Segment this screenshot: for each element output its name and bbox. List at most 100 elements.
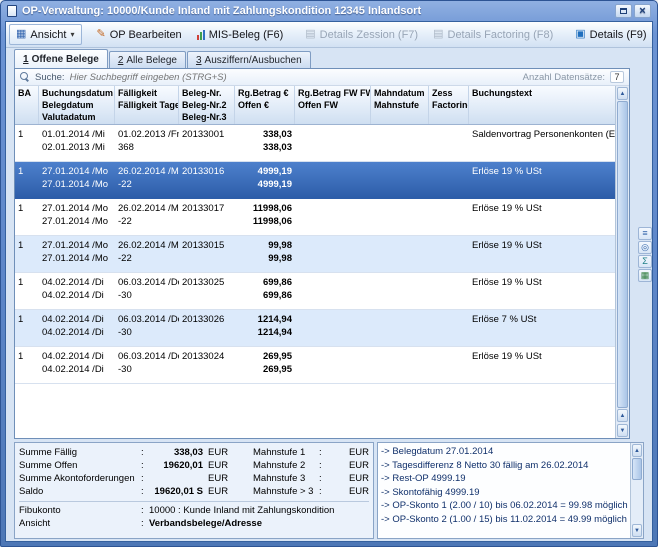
op-bearbeiten-button[interactable]: ✎ OP Bearbeiten <box>90 24 189 45</box>
summary-label: Summe Fällig <box>19 446 141 459</box>
info-line: -> Belegdatum 27.01.2014 <box>381 445 627 459</box>
scroll-down-icon[interactable]: ▼ <box>632 524 642 537</box>
column-header-buchungstext[interactable]: Buchungstext <box>469 86 615 124</box>
restore-button[interactable] <box>615 4 632 18</box>
cell-rg_betrag_eur: 269,95269,95 <box>235 347 295 383</box>
summary-label: Mahnstufe 2 <box>253 459 319 472</box>
table-row[interactable]: 1 27.01.2014 /Mo27.01.2014 /Mo26.02.2014… <box>15 162 615 199</box>
sum-icon[interactable]: Σ <box>638 255 652 268</box>
cell-buchungsdatum: 27.01.2014 /Mo27.01.2014 /Mo <box>39 162 115 198</box>
column-header-rg_betrag_fw[interactable]: Rg.Betrag FW FWEOffen FW <box>295 86 371 124</box>
pin-icon[interactable]: ≡ <box>638 227 652 240</box>
summary-label: Summe Offen <box>19 459 141 472</box>
mis-beleg-button[interactable]: MIS-Beleg (F6) <box>190 24 291 45</box>
column-header-zess[interactable]: ZessFactoring <box>429 86 469 124</box>
cell-rg_betrag_fw <box>295 162 371 198</box>
summary-unit: EUR <box>343 472 369 485</box>
cell-buchungstext: Erlöse 19 % USt <box>469 199 615 235</box>
column-header-ba[interactable]: BA <box>15 86 39 124</box>
tab-alle-belege[interactable]: 2 Alle Belege <box>109 51 186 68</box>
cell-buchungstext: Erlöse 19 % USt <box>469 273 615 309</box>
info-line: -> OP-Skonto 2 (1.00 / 15) bis 11.02.201… <box>381 513 627 527</box>
table-row[interactable]: 1 27.01.2014 /Mo27.01.2014 /Mo26.02.2014… <box>15 236 615 273</box>
ansicht-label: Ansicht <box>30 29 66 41</box>
scroll-up-icon[interactable]: ▲ <box>617 409 628 422</box>
table-row[interactable]: 1 04.02.2014 /Di04.02.2014 /Di06.03.2014… <box>15 273 615 310</box>
cell-ba: 1 <box>15 125 39 161</box>
scrollbar-thumb[interactable] <box>617 101 628 408</box>
cell-rg_betrag_eur: 4999,194999,19 <box>235 162 295 198</box>
cell-faelligkeit: 26.02.2014 /Mi-22 <box>115 236 179 272</box>
search-label: Suche: <box>35 72 65 83</box>
cell-buchungsdatum: 27.01.2014 /Mo27.01.2014 /Mo <box>39 199 115 235</box>
summary-value: 19620,01 S <box>149 485 203 498</box>
table-row[interactable]: 1 04.02.2014 /Di04.02.2014 /Di06.03.2014… <box>15 347 615 384</box>
column-header-faelligkeit[interactable]: FälligkeitFälligkeit Tage <box>115 86 179 124</box>
tab-ausziffern[interactable]: 3 Ausziffern/Ausbuchen <box>187 51 311 68</box>
info-line: -> OP-Skonto 1 (2.00 / 10) bis 06.02.201… <box>381 499 627 513</box>
cell-buchungsdatum: 04.02.2014 /Di04.02.2014 /Di <box>39 310 115 346</box>
cell-zess <box>429 347 469 383</box>
tab-offene-belege[interactable]: 1 Offene Belege <box>14 49 108 68</box>
export-icon[interactable]: ▦ <box>638 269 652 282</box>
summary-unit: EUR <box>343 485 369 498</box>
app-window: OP-Verwaltung: 10000/Kunde Inland mit Za… <box>0 0 658 547</box>
cell-faelligkeit: 06.03.2014 /Do-30 <box>115 310 179 346</box>
column-header-beleg_nr[interactable]: Beleg-Nr.Beleg-Nr.2Beleg-Nr.3 <box>179 86 235 124</box>
scrollbar-thumb[interactable] <box>632 458 642 480</box>
fibukonto-label: Fibukonto <box>19 504 141 517</box>
summary-unit: EUR <box>203 485 229 498</box>
cell-mahndatum <box>371 125 429 161</box>
search-bar: Suche: Anzahl Datensätze: 7 <box>15 69 629 86</box>
scroll-up-icon[interactable]: ▲ <box>632 444 642 457</box>
op-bearbeiten-label: OP Bearbeiten <box>110 29 182 41</box>
cell-zess <box>429 125 469 161</box>
table-row[interactable]: 1 27.01.2014 /Mo27.01.2014 /Mo26.02.2014… <box>15 199 615 236</box>
cell-ba: 1 <box>15 199 39 235</box>
tab-label: Alle Belege <box>126 55 177 66</box>
details-factoring-label: Details Factoring (F8) <box>448 29 554 41</box>
cell-buchungstext: Saldenvortrag Personenkonten (EB) <box>469 125 615 161</box>
summary-label: Summe Akontoforderungen <box>19 472 141 485</box>
cell-ba: 1 <box>15 236 39 272</box>
column-header-mahndatum[interactable]: MahndatumMahnstufe <box>371 86 429 124</box>
info-scrollbar[interactable]: ▲ ▼ <box>630 443 643 538</box>
document-icon: ▤ <box>433 29 443 40</box>
ansicht-row: Ansicht : Verbandsbelege/Adresse <box>19 517 369 530</box>
record-count-label: Anzahl Datensätze: <box>523 72 605 83</box>
info-line: -> Skontofähig 4999.19 <box>381 486 627 500</box>
tab-label: Offene Belege <box>32 54 99 65</box>
cell-buchungstext: Erlöse 19 % USt <box>469 162 615 198</box>
close-button[interactable]: × <box>634 4 651 18</box>
cell-buchungsdatum: 04.02.2014 /Di04.02.2014 /Di <box>39 273 115 309</box>
info-line: -> Tagesdifferenz 8 Netto 30 fällig am 2… <box>381 459 627 473</box>
table-row[interactable]: 1 04.02.2014 /Di04.02.2014 /Di06.03.2014… <box>15 310 615 347</box>
scroll-down-icon[interactable]: ▼ <box>617 424 628 437</box>
tab-bar: 1 Offene Belege 2 Alle Belege 3 Ausziffe… <box>6 48 652 68</box>
cell-rg_betrag_eur: 699,86699,86 <box>235 273 295 309</box>
summary-unit: EUR <box>203 459 229 472</box>
summary-label: Mahnstufe > 3 <box>253 485 319 498</box>
cell-ba: 1 <box>15 310 39 346</box>
cell-rg_betrag_fw <box>295 125 371 161</box>
column-header-buchungsdatum[interactable]: BuchungsdatumBelegdatumValutadatum <box>39 86 115 124</box>
document-icon: ▤ <box>305 29 315 40</box>
column-header-rg_betrag_eur[interactable]: Rg.Betrag €Offen € <box>235 86 295 124</box>
client-area: ▦ Ansicht ▾ ✎ OP Bearbeiten MIS-Beleg (F… <box>5 21 653 542</box>
cell-mahndatum <box>371 236 429 272</box>
cell-buchungstext: Erlöse 7 % USt <box>469 310 615 346</box>
ansicht-button[interactable]: ▦ Ansicht ▾ <box>9 24 82 45</box>
details-button[interactable]: ▣ Details (F9) <box>568 24 653 45</box>
table-row[interactable]: 1 01.01.2014 /Mi02.01.2013 /Mi01.02.2013… <box>15 125 615 162</box>
search-input[interactable] <box>70 72 518 83</box>
table-body: 1 01.01.2014 /Mi02.01.2013 /Mi01.02.2013… <box>15 125 615 438</box>
zoom-icon[interactable]: ◎ <box>638 241 652 254</box>
cell-buchungstext: Erlöse 19 % USt <box>469 236 615 272</box>
info-line: -> Rest-OP 4999.19 <box>381 472 627 486</box>
cell-rg_betrag_eur: 338,03338,03 <box>235 125 295 161</box>
search-icon <box>20 72 30 82</box>
table-scrollbar[interactable]: ▲ ▲ ▼ <box>615 86 629 438</box>
scroll-up-icon[interactable]: ▲ <box>617 87 628 100</box>
cell-ba: 1 <box>15 162 39 198</box>
details-zession-button: ▤ Details Zession (F7) <box>298 24 425 45</box>
